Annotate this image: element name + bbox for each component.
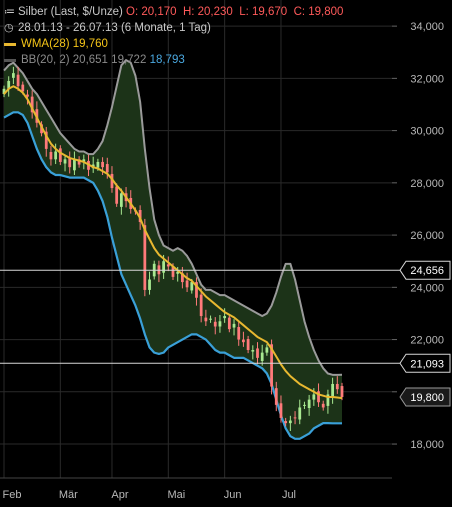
chart-type-icon: ≔ xyxy=(4,6,15,18)
x-tick-label: Mai xyxy=(167,489,185,501)
candle-body xyxy=(242,339,245,343)
candle-body xyxy=(321,403,325,408)
candle-body xyxy=(260,352,264,361)
candle-body xyxy=(312,394,316,400)
candle-body xyxy=(237,327,241,340)
y-tick-label: 24,000 xyxy=(410,282,444,294)
candle-body xyxy=(96,161,100,168)
candle-body xyxy=(279,403,283,418)
candle-body xyxy=(265,347,269,353)
x-tick-label: Apr xyxy=(111,489,128,501)
y-tick-label: 28,000 xyxy=(410,178,444,190)
bb-upper-value: 19,722 xyxy=(111,54,147,66)
candle-body xyxy=(49,152,53,160)
x-tick-label: Mär xyxy=(59,489,78,501)
wma-swatch xyxy=(4,42,16,46)
x-tick-label: Jul xyxy=(282,489,296,501)
close-value: C: 19,800 xyxy=(293,6,344,18)
legend-row-range: ◷ 28.01.13 - 26.07.13 (6 Monate, 1 Tag) xyxy=(4,20,343,36)
candle-body xyxy=(199,294,203,317)
candle-body xyxy=(340,386,344,398)
candle-body xyxy=(218,321,222,327)
legend-row-wma: WMA(28) 19,760 xyxy=(4,36,343,52)
candle-body xyxy=(335,383,339,390)
chart-legend: ≔ Silber (Last, $/Unze) O: 20,170 H: 20,… xyxy=(4,4,343,68)
y-tick-label: 26,000 xyxy=(410,230,444,242)
bb-lower-value: 18,793 xyxy=(149,54,185,66)
candle-body xyxy=(251,350,255,352)
candle-body xyxy=(209,318,212,320)
candle-body xyxy=(298,407,302,420)
y-tick-label: 22,000 xyxy=(410,335,444,347)
candle-body xyxy=(16,74,20,87)
candle-body xyxy=(293,417,297,419)
candle-body xyxy=(185,280,189,288)
candle-body xyxy=(143,225,147,290)
candle-body xyxy=(101,161,104,168)
bb-swatch xyxy=(4,58,16,62)
candle-body xyxy=(256,348,259,358)
date-range-label: 28.01.13 - 26.07.13 (6 Monate, 1 Tag) xyxy=(18,22,211,34)
y-tick-label: 34,000 xyxy=(410,21,444,33)
candle-body xyxy=(63,159,67,164)
bollinger-band-fill xyxy=(4,60,342,439)
candle-body xyxy=(223,316,227,319)
candle-body xyxy=(307,399,311,408)
candle-body xyxy=(119,193,123,207)
y-tick-label: 18,000 xyxy=(410,439,444,451)
candle-body xyxy=(204,317,208,322)
y-tick-label: 32,000 xyxy=(410,73,444,85)
y-tick-label: 30,000 xyxy=(410,126,444,138)
x-tick-label: Jun xyxy=(224,489,242,501)
bb-mid-value: 20,651 xyxy=(72,54,108,66)
candle-body xyxy=(166,264,170,267)
candle-body xyxy=(213,321,217,327)
candle-body xyxy=(105,164,109,173)
legend-row-instrument: ≔ Silber (Last, $/Unze) O: 20,170 H: 20,… xyxy=(4,4,343,20)
open-value: O: 20,170 xyxy=(126,6,177,18)
candle-body xyxy=(11,73,15,78)
candle-body xyxy=(58,148,62,162)
candle-body xyxy=(284,421,288,424)
candle-body xyxy=(54,151,58,160)
price-level-label: 21,093 xyxy=(410,358,444,370)
bb-label: BB(20, 2) xyxy=(21,54,70,66)
candle-body xyxy=(274,388,278,405)
candle-body xyxy=(246,339,250,351)
candle-body xyxy=(288,420,292,424)
instrument-label: Silber (Last, $/Unze) xyxy=(18,6,123,18)
high-value: H: 20,230 xyxy=(182,6,233,18)
candle-body xyxy=(232,323,236,328)
candle-body xyxy=(148,279,151,290)
candle-body xyxy=(73,159,76,171)
clock-icon: ◷ xyxy=(4,22,14,34)
low-value: L: 19,670 xyxy=(239,6,288,18)
wma-label: WMA(28) xyxy=(21,38,70,50)
candle-body xyxy=(227,317,231,330)
candle-body xyxy=(162,261,166,273)
legend-row-bb: BB(20, 2) 20,651 19,722 18,793 xyxy=(4,52,343,68)
wma-value: 19,760 xyxy=(72,38,108,50)
candle-body xyxy=(303,404,306,406)
price-level-label: 24,656 xyxy=(410,265,444,277)
price-chart: 18,00020,00022,00024,00026,00028,00030,0… xyxy=(0,0,451,501)
candle-body xyxy=(21,84,25,92)
candle-body xyxy=(331,383,335,398)
x-tick-label: Feb xyxy=(3,489,22,501)
candle-body xyxy=(115,186,119,204)
last-price-label: 19,800 xyxy=(410,392,444,404)
